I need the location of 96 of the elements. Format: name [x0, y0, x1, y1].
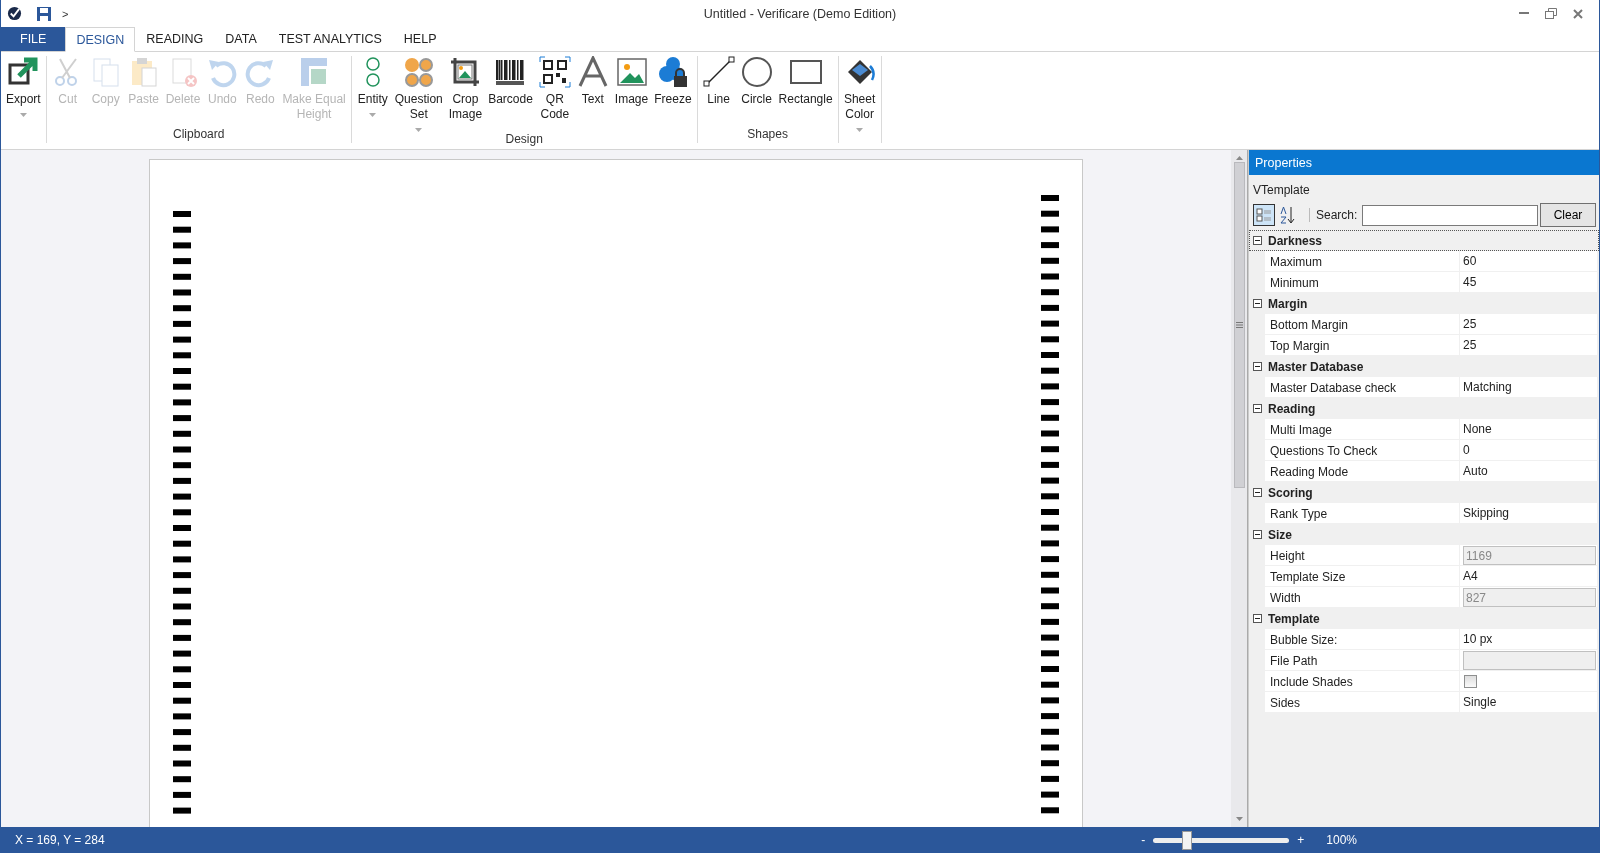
- collapse-icon[interactable]: [1253, 488, 1262, 497]
- ribbon-button[interactable]: Image: [611, 56, 652, 107]
- ribbon-tab[interactable]: HELP: [392, 27, 448, 51]
- property-category[interactable]: Size: [1249, 524, 1599, 545]
- scroll-down-icon[interactable]: [1235, 817, 1243, 821]
- ribbon-button[interactable]: Rectangle: [775, 56, 836, 107]
- object-name: VTemplate: [1252, 182, 1311, 199]
- property-category[interactable]: Margin: [1249, 293, 1599, 314]
- zoom-out-button[interactable]: -: [1141, 833, 1146, 847]
- ribbon-button[interactable]: Question Set: [391, 56, 446, 132]
- quick-access-menu[interactable]: >: [62, 7, 69, 20]
- image-icon: [615, 56, 648, 88]
- ribbon-button[interactable]: Line: [699, 56, 738, 107]
- property-category[interactable]: Master Database: [1249, 356, 1599, 377]
- property-name: Height: [1265, 545, 1460, 566]
- ribbon-button[interactable]: Crop Image: [445, 56, 486, 122]
- circle-icon: [740, 56, 773, 88]
- ribbon-tab[interactable]: READING: [135, 27, 215, 51]
- property-value[interactable]: 0: [1463, 443, 1470, 457]
- property-category[interactable]: Reading: [1249, 398, 1599, 419]
- property-name: Top Margin: [1265, 335, 1460, 356]
- property-value[interactable]: Auto: [1463, 464, 1488, 478]
- check-logo-icon[interactable]: [7, 6, 22, 21]
- readonly-field: 827: [1463, 587, 1596, 607]
- ribbon-button[interactable]: Entity: [353, 56, 392, 117]
- search-label: Search:: [1309, 208, 1358, 222]
- property-value[interactable]: A4: [1463, 569, 1478, 583]
- property-name: Maximum: [1265, 251, 1460, 272]
- property-name: Template Size: [1265, 566, 1460, 587]
- line-icon: [702, 56, 735, 88]
- ribbon-tab[interactable]: TEST ANALYTICS: [267, 27, 393, 51]
- property-name: Master Database check: [1265, 377, 1460, 398]
- zoom-slider[interactable]: [1153, 830, 1290, 850]
- collapse-icon[interactable]: [1253, 236, 1262, 245]
- categorized-view-button[interactable]: [1253, 204, 1275, 226]
- property-name: Multi Image: [1265, 419, 1460, 440]
- ribbon-button[interactable]: Sheet Color: [840, 56, 879, 132]
- save-icon[interactable]: [36, 5, 52, 22]
- bubble-set-icon: [402, 56, 435, 88]
- property-name: Width: [1265, 587, 1460, 608]
- slider-thumb[interactable]: [1182, 830, 1193, 850]
- property-value[interactable]: None: [1463, 422, 1492, 436]
- clear-button[interactable]: Clear: [1540, 203, 1596, 227]
- property-value[interactable]: 45: [1463, 275, 1477, 289]
- close-icon[interactable]: [1573, 8, 1583, 19]
- export-icon: [7, 56, 40, 88]
- zoom-percent: 100%: [1326, 833, 1357, 847]
- text-icon: [576, 56, 609, 88]
- group-label: Shapes: [747, 127, 788, 143]
- freeze-icon: [656, 56, 689, 88]
- checkbox[interactable]: [1464, 674, 1477, 688]
- cursor-position: X = 169, Y = 284: [15, 833, 105, 847]
- ribbon-button[interactable]: Barcode: [485, 56, 536, 107]
- collapse-icon[interactable]: [1253, 362, 1262, 371]
- scroll-up-icon[interactable]: [1235, 156, 1243, 160]
- ribbon-button[interactable]: Export: [3, 56, 44, 117]
- restore-icon[interactable]: [1545, 8, 1557, 19]
- readonly-field: 1169: [1463, 545, 1596, 565]
- property-value[interactable]: 25: [1463, 338, 1477, 352]
- minimize-icon[interactable]: [1519, 12, 1529, 15]
- ribbon-tab[interactable]: DESIGN: [65, 27, 136, 52]
- collapse-icon[interactable]: [1253, 299, 1262, 308]
- property-name: File Path: [1265, 650, 1460, 671]
- ribbon-button[interactable]: Circle: [737, 56, 776, 107]
- scrollbar-thumb[interactable]: [1233, 162, 1245, 488]
- window-title: Untitled - Verificare (Demo Edition): [703, 6, 897, 21]
- search-field[interactable]: [1362, 204, 1538, 226]
- property-name: Sides: [1265, 692, 1460, 713]
- collapse-icon[interactable]: [1253, 530, 1262, 539]
- collapse-icon[interactable]: [1253, 614, 1262, 623]
- property-category[interactable]: Template: [1249, 608, 1599, 629]
- collapse-icon[interactable]: [1253, 404, 1262, 413]
- property-name: Bubble Size:: [1265, 629, 1460, 650]
- property-category[interactable]: Scoring: [1249, 482, 1599, 503]
- property-name: Minimum: [1265, 272, 1460, 293]
- qr-code-icon: [538, 56, 571, 88]
- group-label: Design: [505, 132, 543, 148]
- property-value[interactable]: 10 px: [1463, 632, 1493, 646]
- property-value[interactable]: 60: [1463, 254, 1477, 268]
- ribbon-tab[interactable]: DATA: [214, 27, 268, 51]
- property-value[interactable]: 25: [1463, 317, 1477, 331]
- ribbon-button[interactable]: QR Code: [535, 56, 574, 122]
- group-label: Clipboard: [173, 127, 225, 143]
- file-menu-tab[interactable]: FILE: [1, 27, 66, 51]
- zoom-in-button[interactable]: +: [1297, 833, 1305, 847]
- property-name: Include Shades: [1265, 671, 1460, 692]
- property-name: Bottom Margin: [1265, 314, 1460, 335]
- ribbon-button[interactable]: Text: [573, 56, 612, 107]
- property-name: Questions To Check: [1265, 440, 1460, 461]
- crop-icon: [449, 56, 482, 88]
- ribbon-button[interactable]: Freeze: [651, 56, 695, 107]
- property-name: Reading Mode: [1265, 461, 1460, 482]
- property-value[interactable]: Single: [1463, 695, 1497, 709]
- vertical-scrollbar[interactable]: [1231, 150, 1248, 827]
- panel-title: Properties: [1249, 150, 1599, 175]
- property-name: Rank Type: [1265, 503, 1460, 524]
